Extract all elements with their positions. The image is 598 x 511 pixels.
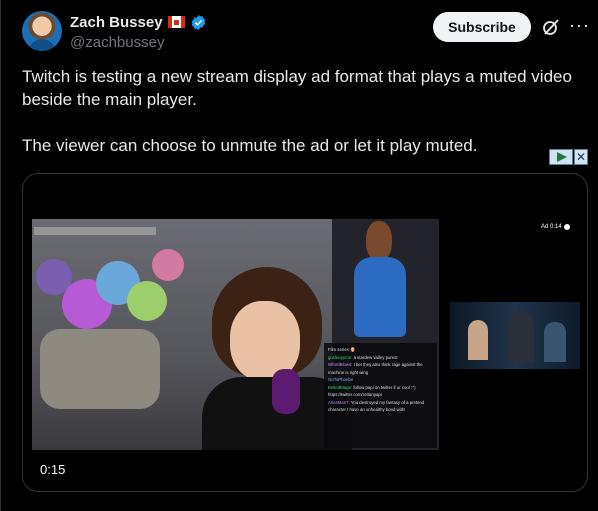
chat-line: Film series 🍿 xyxy=(328,347,356,352)
stream-overlay-bar xyxy=(34,227,156,235)
ad-figure xyxy=(544,322,566,362)
chat-line: GoToPhoebe xyxy=(328,377,354,382)
chat-line: gosleepyme: a stardew valley purest xyxy=(328,354,398,360)
game-character xyxy=(350,221,410,341)
adchoices-icon[interactable]: ✕ xyxy=(549,149,589,165)
chat-line: BeltedMage: follow papi on twitter if ur… xyxy=(328,384,416,398)
plush-toy xyxy=(127,281,167,321)
ad-countdown-label: Ad 0:14 xyxy=(541,224,562,230)
character-head xyxy=(366,221,392,261)
video-timestamp: 0:15 xyxy=(34,460,72,479)
subscribe-button[interactable]: Subscribe xyxy=(433,12,531,42)
verified-badge-icon xyxy=(191,14,205,30)
author-name-row: Zach Bussey xyxy=(70,12,207,32)
ad-figure xyxy=(508,312,534,362)
side-ad-video[interactable] xyxy=(450,302,580,369)
author-handle[interactable]: @zachbussey xyxy=(70,34,164,51)
canada-flag-icon xyxy=(167,16,185,28)
adchoices-play-icon[interactable] xyxy=(549,149,573,165)
tweet-paragraph: The viewer can choose to unmute the ad o… xyxy=(22,136,478,155)
more-icon[interactable]: ··· xyxy=(569,16,590,34)
character-torso xyxy=(354,257,406,337)
thread-border xyxy=(0,0,1,511)
avatar[interactable] xyxy=(22,11,62,51)
video-player[interactable]: Film series 🍿 gosleepyme: a stardew vall… xyxy=(22,173,588,492)
tweet-paragraph: Twitch is testing a new stream display a… xyxy=(22,67,572,109)
adchoices-close-icon[interactable]: ✕ xyxy=(574,149,588,165)
info-icon[interactable] xyxy=(563,224,570,230)
ad-countdown-badge: Ad 0:14 xyxy=(541,224,570,230)
plush-toy xyxy=(40,329,160,409)
avatar-shirt xyxy=(28,39,56,51)
stream-video-frame: Film series 🍿 gosleepyme: a stardew vall… xyxy=(32,219,439,450)
stream-chat-overlay: Film series 🍿 gosleepyme: a stardew vall… xyxy=(324,343,437,448)
ad-figure xyxy=(468,320,488,360)
grok-icon[interactable] xyxy=(541,17,561,37)
display-name[interactable]: Zach Bussey xyxy=(70,14,163,31)
plush-toy xyxy=(152,249,184,281)
chat-line: AriesMan7: You destroyed my fantasy of a… xyxy=(328,399,425,413)
tweet-text: Twitch is testing a new stream display a… xyxy=(22,65,582,157)
microphone xyxy=(272,369,300,414)
chat-line: WhistlBlows: I bet they also think rage … xyxy=(328,362,423,375)
